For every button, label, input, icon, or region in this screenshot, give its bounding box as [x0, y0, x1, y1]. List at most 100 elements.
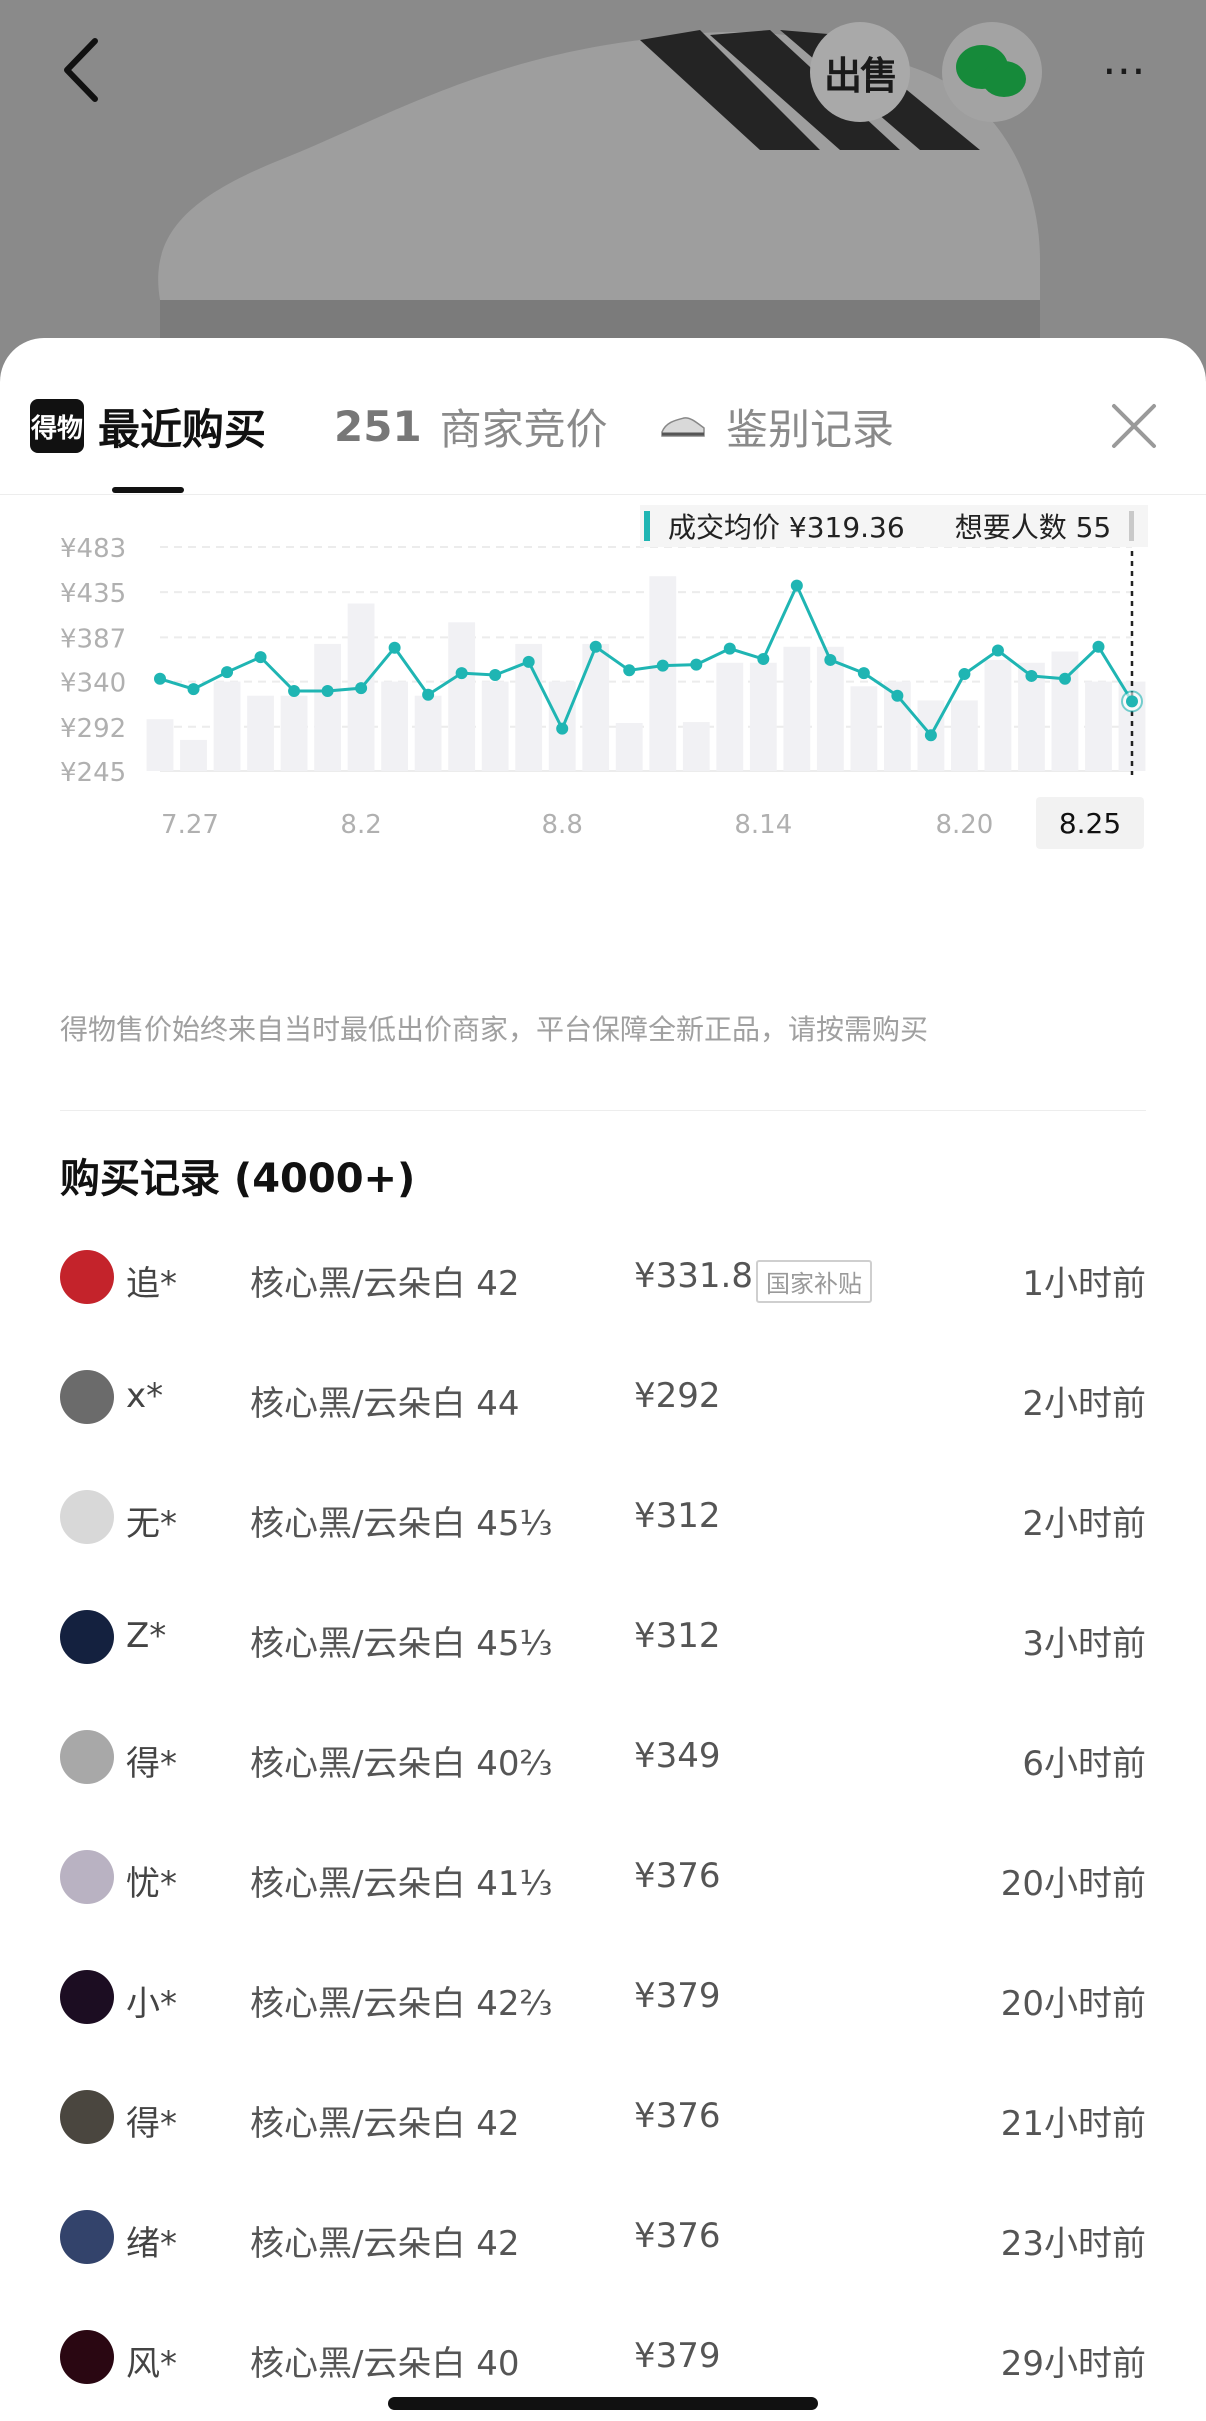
product-spec: 核心黑/云朵白 44 — [250, 1384, 520, 1424]
price-point — [187, 683, 200, 696]
volume-bar — [850, 686, 878, 771]
tab-label: 最近购买 — [98, 404, 267, 454]
x-tick-label: 8.2 — [340, 810, 381, 840]
back-button[interactable] — [40, 30, 120, 110]
chart-legend: 成交均价 ¥319.36 想要人数 55 — [640, 505, 1148, 547]
y-tick-label: ¥435 — [60, 579, 126, 609]
buyer-name: 得* — [126, 1744, 177, 1784]
buyer-name: 得* — [126, 2104, 177, 2144]
avatar[interactable] — [60, 1490, 114, 1544]
avatar[interactable] — [60, 2330, 114, 2384]
avatar[interactable] — [60, 1730, 114, 1784]
purchase-record-row[interactable]: 小* 核心黑/云朵白 42⅔ ¥379 20小时前 — [0, 1938, 1206, 2058]
buyer-name: 无* — [126, 1504, 177, 1544]
product-spec: 核心黑/云朵白 42 — [250, 2104, 520, 2144]
price-point — [489, 669, 502, 681]
avatar[interactable] — [60, 2210, 114, 2264]
price-point — [723, 642, 736, 655]
bid-count: 251 — [334, 401, 422, 451]
purchase-record-row[interactable]: 忧* 核心黑/云朵白 41⅓ ¥376 20小时前 — [0, 1818, 1206, 1938]
more-icon: ⋯ — [1102, 44, 1148, 96]
close-button[interactable] — [1106, 398, 1162, 454]
volume-bar — [213, 681, 241, 771]
purchase-time: 20小时前 — [1000, 1984, 1146, 2024]
dewu-logo-icon: 得物 — [30, 399, 84, 453]
avatar[interactable] — [60, 1610, 114, 1664]
price-point — [221, 666, 234, 679]
price-point — [388, 641, 401, 654]
price-point — [254, 651, 267, 664]
wechat-share-button[interactable] — [942, 22, 1042, 122]
purchase-time: 20小时前 — [1000, 1864, 1146, 1904]
price-point — [690, 658, 703, 671]
purchase-time: 6小时前 — [1022, 1744, 1146, 1784]
y-tick-label: ¥387 — [60, 624, 126, 654]
volume-bar — [682, 722, 710, 771]
tab-authentication-records[interactable]: 鉴别记录 — [660, 396, 894, 456]
x-tick-label: 8.14 — [734, 810, 792, 840]
avatar[interactable] — [60, 1850, 114, 1904]
avatar[interactable] — [60, 2090, 114, 2144]
sneaker-icon — [661, 417, 705, 437]
sell-button[interactable]: 出售 — [810, 22, 910, 122]
tab-recent-purchases[interactable]: 得物 最近购买 — [30, 396, 266, 456]
y-tick-label: ¥340 — [60, 669, 126, 699]
price-point — [1058, 672, 1071, 685]
close-icon — [1112, 404, 1156, 448]
avatar[interactable] — [60, 1970, 114, 2024]
subsidy-badge: 国家补贴 — [756, 1260, 872, 1303]
purchase-record-row[interactable]: 无* 核心黑/云朵白 45⅓ ¥312 2小时前 — [0, 1458, 1206, 1578]
price-point — [924, 729, 937, 742]
want-count-label: 想要人数 55 — [954, 511, 1112, 544]
x-tick-label: 7.27 — [161, 810, 219, 840]
tab-merchant-bids[interactable]: 251 商家竞价 — [334, 396, 608, 456]
volume-bar — [280, 695, 308, 771]
price-point — [1025, 669, 1038, 682]
purchase-time: 23小时前 — [1000, 2224, 1146, 2264]
purchase-record-row[interactable]: x* 核心黑/云朵白 44 ¥292 2小时前 — [0, 1338, 1206, 1458]
product-spec: 核心黑/云朵白 42⅔ — [250, 1984, 553, 2024]
buyer-name: x* — [126, 1376, 164, 1416]
purchase-time: 29小时前 — [1000, 2344, 1146, 2384]
purchase-time: 1小时前 — [1022, 1264, 1146, 1304]
purchase-record-row[interactable]: 追* 核心黑/云朵白 42 ¥331.8 国家补贴 1小时前 — [0, 1218, 1206, 1338]
purchase-record-row[interactable]: Z* 核心黑/云朵白 45⅓ ¥312 3小时前 — [0, 1578, 1206, 1698]
volume-bar — [615, 723, 643, 771]
price-chart[interactable]: ¥483 ¥435 ¥387 ¥340 ¥292 ¥245 7.27 8.2 8.8 8.14 8.… — [0, 495, 1206, 1155]
volume-bar — [180, 739, 207, 771]
avatar[interactable] — [60, 1370, 114, 1424]
price-point — [623, 664, 636, 677]
purchase-price: ¥376 — [634, 2216, 721, 2256]
purchase-sheet: 得物 最近购买 251 商家竞价 鉴别记录 ¥483 ¥435 ¥387 ¥340 ¥2… — [0, 338, 1206, 2421]
chevron-left-icon — [64, 38, 98, 102]
price-point — [422, 688, 435, 701]
purchase-time: 21小时前 — [1000, 2104, 1146, 2144]
buyer-name: Z* — [126, 1616, 167, 1656]
selected-price-point — [1126, 695, 1138, 708]
purchase-price: ¥376 — [634, 1856, 721, 1896]
purchase-price: ¥379 — [634, 1976, 721, 2016]
purchase-time: 2小时前 — [1022, 1504, 1146, 1544]
x-tick-label-selected: 8.25 — [1059, 807, 1121, 840]
volume-bar — [783, 646, 811, 771]
volume-bar — [1085, 681, 1112, 771]
sneaker-image — [158, 30, 1041, 340]
purchase-record-row[interactable]: 绪* 核心黑/云朵白 42 ¥376 23小时前 — [0, 2178, 1206, 2298]
product-spec: 核心黑/云朵白 41⅓ — [250, 1864, 553, 1904]
purchase-time: 3小时前 — [1022, 1624, 1146, 1664]
purchase-price: ¥349 — [634, 1736, 721, 1776]
product-spec: 核心黑/云朵白 45⅓ — [250, 1624, 553, 1664]
price-point — [790, 579, 803, 592]
product-spec: 核心黑/云朵白 42 — [250, 2224, 520, 2264]
buyer-name: 忧* — [126, 1864, 177, 1904]
purchase-record-row[interactable]: 得* 核心黑/云朵白 42 ¥376 21小时前 — [0, 2058, 1206, 2178]
price-point — [288, 685, 301, 697]
sell-label: 出售 — [823, 53, 898, 98]
volume-bar — [414, 695, 442, 771]
avatar[interactable] — [60, 1250, 114, 1304]
volume-bar — [381, 681, 409, 771]
product-spec: 核心黑/云朵白 45⅓ — [250, 1504, 553, 1544]
more-button[interactable]: ⋯ — [1080, 30, 1170, 110]
active-tab-indicator — [112, 487, 184, 493]
purchase-record-row[interactable]: 得* 核心黑/云朵白 40⅔ ¥349 6小时前 — [0, 1698, 1206, 1818]
